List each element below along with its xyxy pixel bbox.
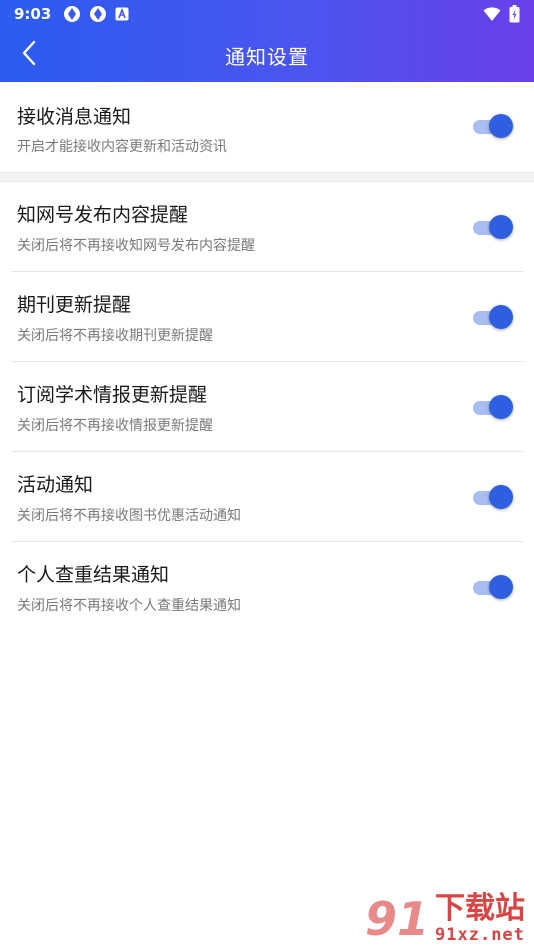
setting-title: 个人查重结果通知: [17, 564, 170, 586]
watermark-logo: 91 下载站 91xz.net: [365, 888, 534, 950]
toggle-knob: [489, 215, 513, 239]
list-item: 活动通知 关闭后将不再接收图书优惠活动通知: [11, 452, 523, 542]
toggle-knob: [489, 305, 513, 329]
setting-subtitle: 关闭后将不再接收情报更新提醒: [17, 418, 213, 434]
status-time: 9:03: [14, 5, 52, 23]
setting-subtitle: 关闭后将不再接收知网号发布内容提醒: [17, 238, 255, 254]
page-title: 通知设置: [225, 44, 309, 69]
nav-bar: 通知设置: [0, 28, 534, 82]
setting-subtitle: 关闭后将不再接收期刊更新提醒: [17, 328, 213, 344]
status-bar: 9:03: [0, 0, 534, 28]
notification-settings-list: 知网号发布内容提醒 关闭后将不再接收知网号发布内容提醒 期刊更新提醒 关闭后将不…: [0, 182, 534, 632]
notification-a-icon: [115, 7, 129, 21]
watermark-logo-mark: 91: [365, 892, 430, 946]
watermark-text: 下载站 91xz.net: [435, 893, 525, 945]
academic-intel-toggle[interactable]: [471, 395, 513, 419]
watermark-url: 91xz.net: [435, 924, 525, 945]
wifi-icon: [483, 6, 501, 26]
receive-notifications-toggle[interactable]: [471, 114, 513, 138]
list-item: 个人查重结果通知 关闭后将不再接收个人查重结果通知: [11, 542, 523, 632]
setting-subtitle: 开启才能接收内容更新和活动资讯: [17, 139, 227, 155]
setting-title: 订阅学术情报更新提醒: [17, 384, 208, 406]
toggle-knob: [489, 575, 513, 599]
toggle-knob: [489, 395, 513, 419]
app-icon: [89, 5, 107, 23]
app-icon: [63, 5, 81, 23]
list-item: 知网号发布内容提醒 关闭后将不再接收知网号发布内容提醒: [11, 182, 523, 272]
toggle-knob: [489, 485, 513, 509]
toggle-knob: [489, 114, 513, 138]
watermark-site-name: 下载站: [435, 891, 526, 927]
receive-notifications-row: 接收消息通知 开启才能接收内容更新和活动资讯: [0, 82, 534, 172]
setting-title: 接收消息通知: [17, 106, 132, 128]
header-bar: 9:03 通知设置: [0, 0, 534, 82]
setting-subtitle: 关闭后将不再接收图书优惠活动通知: [17, 508, 241, 524]
battery-charging-icon: [509, 5, 520, 27]
cnki-account-toggle[interactable]: [471, 215, 513, 239]
list-item: 期刊更新提醒 关闭后将不再接收期刊更新提醒: [11, 272, 523, 362]
plagiarism-result-toggle[interactable]: [471, 575, 513, 599]
setting-title: 活动通知: [17, 474, 94, 496]
section-divider: [0, 172, 534, 182]
setting-title: 知网号发布内容提醒: [17, 204, 189, 226]
journal-update-toggle[interactable]: [471, 305, 513, 329]
setting-subtitle: 关闭后将不再接收个人查重结果通知: [17, 598, 241, 614]
list-item: 订阅学术情报更新提醒 关闭后将不再接收情报更新提醒: [11, 362, 523, 452]
activity-notification-toggle[interactable]: [471, 485, 513, 509]
setting-title: 期刊更新提醒: [17, 294, 132, 316]
